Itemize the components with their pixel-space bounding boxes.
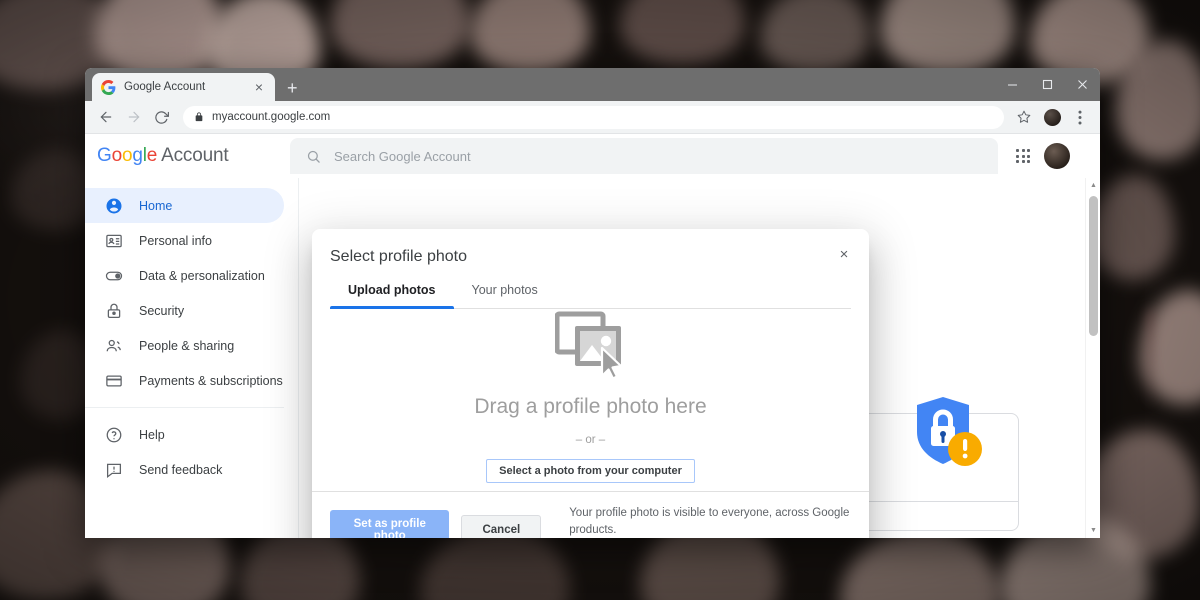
page-title: Google Account <box>85 145 290 167</box>
sidebar-item-payments-subscriptions[interactable]: Payments & subscriptions <box>85 363 284 398</box>
star-icon[interactable] <box>1012 105 1036 129</box>
forward-arrow-icon[interactable] <box>121 105 146 130</box>
dialog-tabs: Upload photos Your photos <box>330 283 851 309</box>
browser-tab-title: Google Account <box>124 81 244 93</box>
window-controls <box>995 68 1100 101</box>
toolbar-right-icons <box>1012 105 1092 129</box>
sidebar-item-label: Help <box>139 428 165 442</box>
shield-lock-warning-icon <box>909 394 987 481</box>
dropzone-or-label: – or – <box>576 434 605 446</box>
sidebar-item-personal-info[interactable]: Personal info <box>85 223 284 258</box>
toggle-icon <box>105 267 123 285</box>
page-viewport: Google Account Search Google Account <box>85 134 1100 538</box>
footer-note-text: Your profile photo is visible to everyon… <box>569 507 849 536</box>
image-stack-cursor-icon <box>555 310 627 385</box>
sidebar-item-help[interactable]: Help <box>85 417 284 452</box>
dialog-footer-note: Your profile photo is visible to everyon… <box>569 505 851 538</box>
apps-grid-icon[interactable] <box>1016 149 1030 163</box>
dropzone[interactable]: Drag a profile photo here – or – Select … <box>312 309 869 491</box>
minimize-icon[interactable] <box>995 68 1030 101</box>
sidebar-item-label: Security <box>139 304 184 318</box>
sidebar-item-home[interactable]: Home <box>85 188 284 223</box>
tab-upload-photos[interactable]: Upload photos <box>330 283 454 308</box>
url-text: myaccount.google.com <box>212 111 330 123</box>
select-photo-button[interactable]: Select a photo from your computer <box>486 459 695 483</box>
brand-product: Account <box>161 145 228 166</box>
lock-icon <box>105 302 123 320</box>
scroll-up-arrow[interactable]: ▲ <box>1086 178 1100 193</box>
search-placeholder: Search Google Account <box>334 149 471 164</box>
address-bar[interactable]: myaccount.google.com <box>183 106 1004 129</box>
brand-letter: g <box>132 145 142 166</box>
help-circle-icon <box>105 426 123 444</box>
credit-card-icon <box>105 372 123 390</box>
brand-letter: o <box>122 145 132 166</box>
cancel-button[interactable]: Cancel <box>461 515 541 538</box>
sidebar-item-security[interactable]: Security <box>85 293 284 328</box>
three-dot-menu-icon[interactable] <box>1068 105 1092 129</box>
sidebar-item-label: Data & personalization <box>139 269 265 283</box>
new-tab-button[interactable]: + <box>287 79 298 97</box>
dialog-title: Select profile photo <box>330 248 851 266</box>
sidebar-item-label: Personal info <box>139 234 212 248</box>
back-arrow-icon[interactable] <box>93 105 118 130</box>
google-account-header: Google Account Search Google Account <box>85 134 1100 178</box>
people-icon <box>105 337 123 355</box>
dialog-close-icon[interactable]: × <box>833 243 855 265</box>
search-icon <box>306 149 321 164</box>
tab-close-icon[interactable]: × <box>252 80 266 94</box>
browser-titlebar: Google Account × + <box>85 68 1100 101</box>
google-g-icon <box>101 80 116 95</box>
select-profile-photo-dialog: Select profile photo × Upload photos You… <box>312 229 869 538</box>
sidebar-item-people-sharing[interactable]: People & sharing <box>85 328 284 363</box>
browser-window: Google Account × + <box>85 68 1100 538</box>
desktop-wallpaper: Google Account × + <box>0 0 1200 600</box>
sidebar-item-label: Home <box>139 199 172 213</box>
scrollbar-thumb[interactable] <box>1089 196 1098 336</box>
dialog-footer: Set as profile photo Cancel Your profile… <box>312 491 869 538</box>
brand-letter: e <box>147 145 157 166</box>
sidebar-item-label: People & sharing <box>139 339 234 353</box>
scroll-down-arrow[interactable]: ▼ <box>1086 523 1100 538</box>
tab-your-photos[interactable]: Your photos <box>454 283 556 308</box>
sidebar-item-send-feedback[interactable]: Send feedback <box>85 452 284 487</box>
page-scrollbar[interactable]: ▲ ▼ <box>1085 178 1100 538</box>
feedback-icon <box>105 461 123 479</box>
account-avatar[interactable] <box>1044 143 1070 169</box>
sidebar-item-data-personalization[interactable]: Data & personalization <box>85 258 284 293</box>
dropzone-title: Drag a profile photo here <box>474 395 706 419</box>
account-circle-icon <box>105 197 123 215</box>
lock-icon <box>194 111 204 123</box>
maximize-icon[interactable] <box>1030 68 1065 101</box>
browser-tab[interactable]: Google Account × <box>92 73 275 101</box>
sidebar-nav: Home Personal info Data & personalizatio… <box>85 178 299 538</box>
brand-letter: G <box>97 145 112 166</box>
search-input[interactable]: Search Google Account <box>290 138 998 174</box>
sidebar-item-label: Send feedback <box>139 463 222 477</box>
header-actions <box>1016 143 1100 169</box>
browser-profile-avatar[interactable] <box>1040 105 1064 129</box>
close-icon[interactable] <box>1065 68 1100 101</box>
sidebar-item-label: Payments & subscriptions <box>139 374 283 388</box>
set-as-profile-photo-button[interactable]: Set as profile photo <box>330 510 449 538</box>
id-card-icon <box>105 232 123 250</box>
reload-icon[interactable] <box>149 105 174 130</box>
brand-letter: o <box>112 145 122 166</box>
browser-toolbar: myaccount.google.com <box>85 101 1100 134</box>
dialog-header: Select profile photo × Upload photos You… <box>312 229 869 309</box>
sidebar-divider <box>85 407 284 408</box>
